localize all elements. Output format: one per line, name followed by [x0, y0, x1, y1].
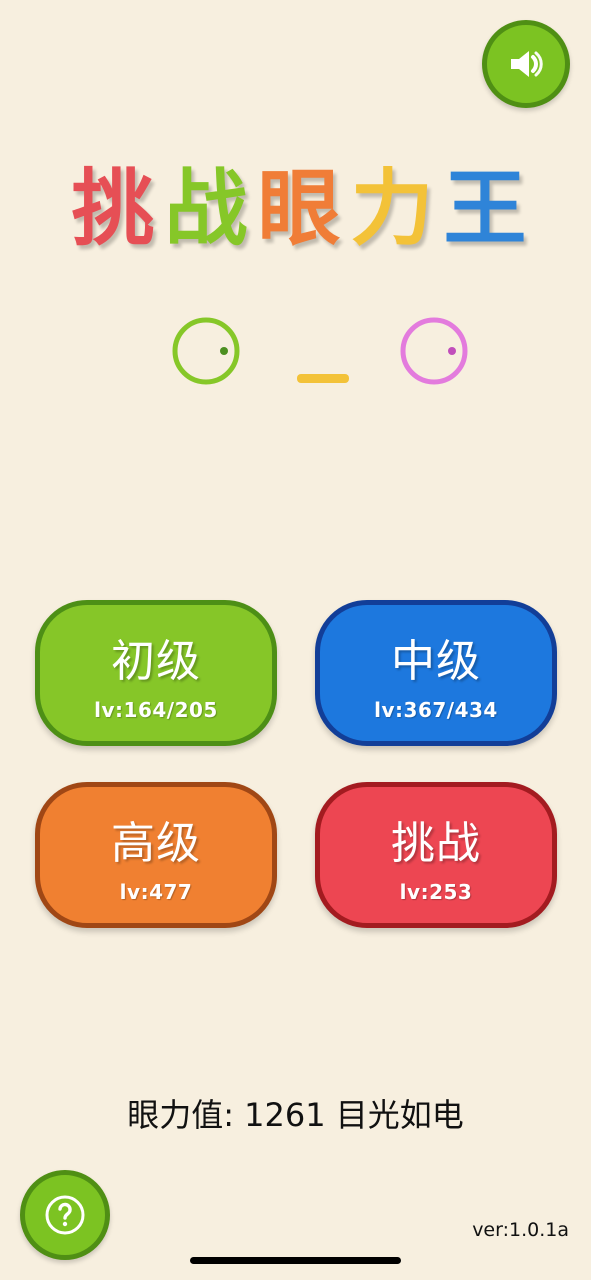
title-char-5: 王 — [443, 159, 527, 257]
title-char-4: 力 — [350, 159, 434, 257]
title-char-3: 眼 — [257, 159, 341, 257]
advanced-level-button[interactable]: 高级 lv:477 — [35, 782, 277, 928]
primary-level-label: 初级 — [111, 636, 201, 687]
score-display: 眼力值: 1261 目光如电 — [127, 1096, 464, 1134]
help-button[interactable] — [20, 1170, 110, 1260]
primary-level-button[interactable]: 初级 lv:164/205 — [35, 600, 277, 746]
question-icon — [45, 1195, 85, 1235]
challenge-level-button[interactable]: 挑战 lv:253 — [315, 782, 557, 928]
middle-level-progress: lv:367/434 — [374, 698, 498, 722]
primary-level-progress: lv:164/205 — [94, 698, 218, 722]
middle-level-label: 中级 — [391, 636, 481, 687]
home-indicator[interactable] — [190, 1257, 401, 1264]
middle-level-button[interactable]: 中级 lv:367/434 — [315, 600, 557, 746]
challenge-level-label: 挑战 — [391, 818, 481, 869]
mouth-icon — [297, 374, 349, 383]
left-eye-icon — [172, 317, 240, 385]
game-title: 挑 战 眼 力 王 — [66, 153, 532, 263]
right-eye-icon — [400, 317, 468, 385]
face-illustration — [172, 317, 468, 385]
title-char-2: 战 — [164, 159, 248, 257]
speaker-icon — [511, 51, 543, 77]
challenge-level-progress: lv:253 — [399, 880, 473, 904]
version-label: ver:1.0.1a — [472, 1219, 569, 1241]
sound-toggle-button[interactable] — [482, 20, 570, 108]
advanced-level-label: 高级 — [111, 818, 201, 869]
title-char-1: 挑 — [71, 159, 155, 257]
advanced-level-progress: lv:477 — [119, 880, 193, 904]
